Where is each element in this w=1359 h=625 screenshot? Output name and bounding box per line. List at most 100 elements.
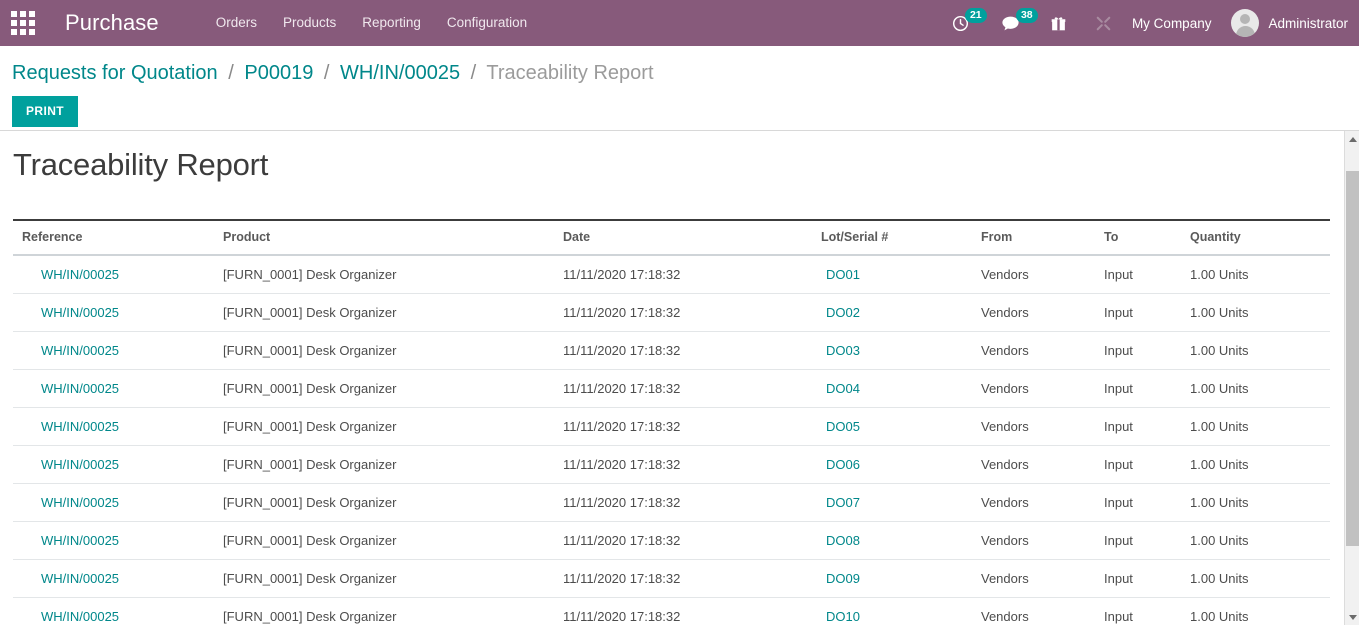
table-header: Reference Product Date Lot/Serial # From… <box>13 219 1330 256</box>
cell-reference: WH/IN/00025 <box>13 369 223 408</box>
cell-reference-link[interactable]: WH/IN/00025 <box>41 609 119 624</box>
cell-product: [FURN_0001] Desk Organizer <box>223 483 563 522</box>
cell-to: Input <box>1104 407 1190 446</box>
cell-reference: WH/IN/00025 <box>13 255 223 294</box>
cell-reference-link[interactable]: WH/IN/00025 <box>41 305 119 320</box>
cell-to: Input <box>1104 369 1190 408</box>
activities-count-badge: 21 <box>964 8 987 23</box>
cell-lot-serial: DO04 <box>821 369 981 408</box>
cell-lot-serial-link[interactable]: DO03 <box>826 343 860 358</box>
cell-quantity: 1.00 Units <box>1190 483 1330 522</box>
breadcrumb-item-p00019[interactable]: P00019 <box>244 62 313 84</box>
cell-lot-serial-link[interactable]: DO10 <box>826 609 860 624</box>
cell-from: Vendors <box>981 331 1104 370</box>
menu-item-products[interactable]: Products <box>270 0 349 46</box>
navbar-right-tools: 21 38 My Company Administrator <box>945 0 1359 46</box>
cell-quantity: 1.00 Units <box>1190 331 1330 370</box>
cell-from: Vendors <box>981 445 1104 484</box>
cell-reference-link[interactable]: WH/IN/00025 <box>41 533 119 548</box>
page-title: Traceability Report <box>13 147 269 182</box>
control-panel: Requests for Quotation / P00019 / WH/IN/… <box>0 46 1359 131</box>
table-row: WH/IN/00025 [FURN_0001] Desk Organizer 11/… <box>13 331 1330 370</box>
cell-lot-serial-link[interactable]: DO06 <box>826 457 860 472</box>
traceability-table: Reference Product Date Lot/Serial # From… <box>13 219 1330 625</box>
table-row: WH/IN/00025 [FURN_0001] Desk Organizer 11/… <box>13 597 1330 625</box>
cell-lot-serial-link[interactable]: DO05 <box>826 419 860 434</box>
cell-to: Input <box>1104 255 1190 294</box>
cell-lot-serial-link[interactable]: DO07 <box>826 495 860 510</box>
cell-reference-link[interactable]: WH/IN/00025 <box>41 381 119 396</box>
cell-product: [FURN_0001] Desk Organizer <box>223 293 563 332</box>
column-header-reference: Reference <box>13 219 223 256</box>
apps-grid-icon[interactable] <box>0 0 46 46</box>
cell-date: 11/11/2020 17:18:32 <box>563 407 821 446</box>
cell-quantity: 1.00 Units <box>1190 293 1330 332</box>
apps-grid-glyph <box>11 11 35 35</box>
messages-menu[interactable]: 38 <box>994 0 1038 46</box>
user-menu[interactable]: Administrator <box>1224 9 1348 37</box>
cell-lot-serial: DO07 <box>821 483 981 522</box>
table-row: WH/IN/00025 [FURN_0001] Desk Organizer 11/… <box>13 445 1330 484</box>
breadcrumb-item-wh-in-00025[interactable]: WH/IN/00025 <box>340 62 460 84</box>
cell-lot-serial-link[interactable]: DO02 <box>826 305 860 320</box>
menu-item-reporting[interactable]: Reporting <box>349 0 434 46</box>
cell-from: Vendors <box>981 369 1104 408</box>
breadcrumb-separator: / <box>228 62 234 84</box>
cell-date: 11/11/2020 17:18:32 <box>563 483 821 522</box>
menu-item-orders[interactable]: Orders <box>203 0 270 46</box>
cell-lot-serial-link[interactable]: DO09 <box>826 571 860 586</box>
activities-menu[interactable]: 21 <box>945 0 987 46</box>
cell-date: 11/11/2020 17:18:32 <box>563 597 821 625</box>
wrench-tools-icon[interactable] <box>1088 0 1119 46</box>
cell-from: Vendors <box>981 255 1104 294</box>
cell-product: [FURN_0001] Desk Organizer <box>223 369 563 408</box>
cell-reference-link[interactable]: WH/IN/00025 <box>41 419 119 434</box>
scrollbar-thumb[interactable] <box>1346 171 1359 546</box>
column-header-quantity: Quantity <box>1190 219 1330 256</box>
gift-icon[interactable] <box>1043 0 1074 46</box>
cell-to: Input <box>1104 293 1190 332</box>
cell-lot-serial-link[interactable]: DO08 <box>826 533 860 548</box>
app-brand-title[interactable]: Purchase <box>65 10 159 36</box>
company-switcher[interactable]: My Company <box>1119 16 1225 31</box>
cell-lot-serial: DO03 <box>821 331 981 370</box>
cell-lot-serial: DO06 <box>821 445 981 484</box>
column-header-date: Date <box>563 219 821 256</box>
cell-reference-link[interactable]: WH/IN/00025 <box>41 267 119 282</box>
cell-reference-link[interactable]: WH/IN/00025 <box>41 571 119 586</box>
cell-lot-serial: DO01 <box>821 255 981 294</box>
vertical-scrollbar[interactable] <box>1344 131 1359 625</box>
cell-reference-link[interactable]: WH/IN/00025 <box>41 495 119 510</box>
print-button[interactable]: PRINT <box>12 96 78 127</box>
chevron-up-icon[interactable] <box>1345 131 1359 147</box>
cell-lot-serial: DO09 <box>821 559 981 598</box>
breadcrumb-item-requests-for-quotation[interactable]: Requests for Quotation <box>12 62 218 84</box>
table-row: WH/IN/00025 [FURN_0001] Desk Organizer 11/… <box>13 293 1330 332</box>
cell-product: [FURN_0001] Desk Organizer <box>223 597 563 625</box>
cell-lot-serial-link[interactable]: DO04 <box>826 381 860 396</box>
cell-reference: WH/IN/00025 <box>13 293 223 332</box>
cell-reference: WH/IN/00025 <box>13 407 223 446</box>
chevron-down-icon[interactable] <box>1345 609 1359 625</box>
table-row: WH/IN/00025 [FURN_0001] Desk Organizer 11/… <box>13 369 1330 408</box>
cell-product: [FURN_0001] Desk Organizer <box>223 407 563 446</box>
cell-product: [FURN_0001] Desk Organizer <box>223 521 563 560</box>
breadcrumb: Requests for Quotation / P00019 / WH/IN/… <box>12 46 1347 86</box>
cell-lot-serial-link[interactable]: DO01 <box>826 267 860 282</box>
cell-date: 11/11/2020 17:18:32 <box>563 559 821 598</box>
cell-to: Input <box>1104 597 1190 625</box>
breadcrumb-separator: / <box>323 62 330 84</box>
cell-date: 11/11/2020 17:18:32 <box>563 521 821 560</box>
menu-item-configuration[interactable]: Configuration <box>434 0 540 46</box>
cell-from: Vendors <box>981 293 1104 332</box>
cell-to: Input <box>1104 445 1190 484</box>
column-header-product: Product <box>223 219 563 256</box>
user-name-label: Administrator <box>1268 15 1348 31</box>
cell-reference-link[interactable]: WH/IN/00025 <box>41 457 119 472</box>
cell-product: [FURN_0001] Desk Organizer <box>223 559 563 598</box>
cell-reference-link[interactable]: WH/IN/00025 <box>41 343 119 358</box>
cell-from: Vendors <box>981 597 1104 625</box>
cell-reference: WH/IN/00025 <box>13 597 223 625</box>
column-header-to: To <box>1104 219 1190 256</box>
cell-quantity: 1.00 Units <box>1190 521 1330 560</box>
